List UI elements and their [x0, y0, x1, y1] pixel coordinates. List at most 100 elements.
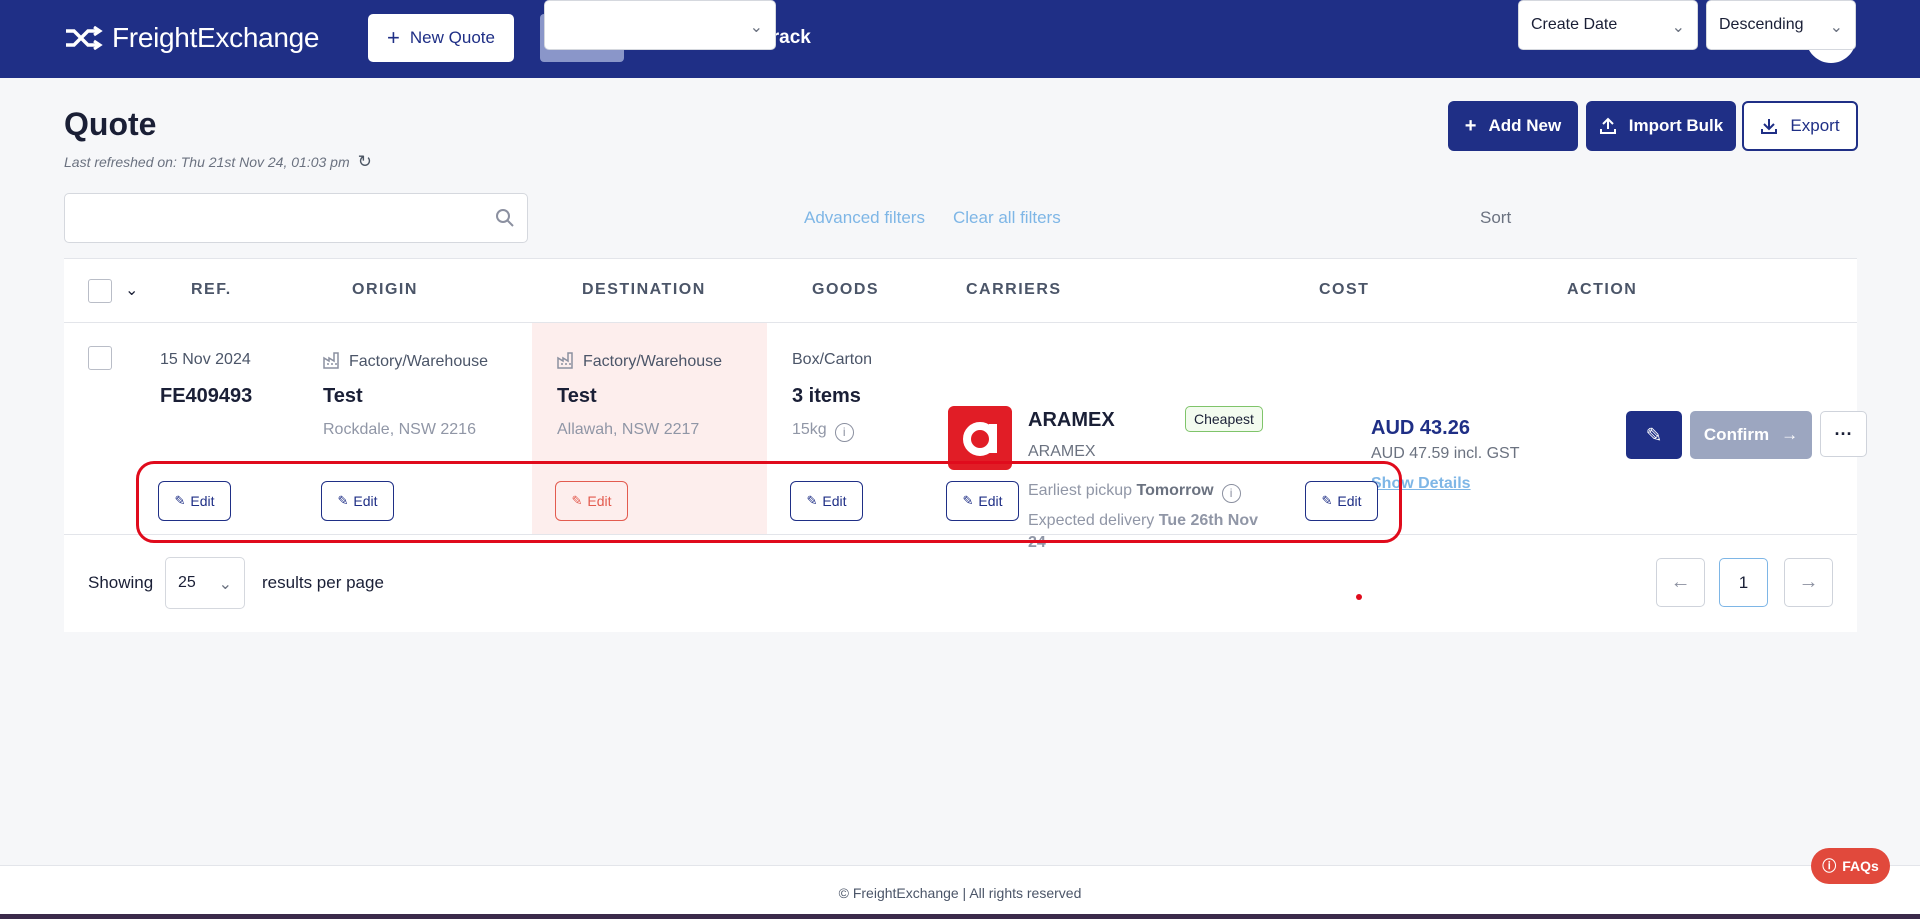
current-page-button[interactable]: 1: [1719, 558, 1768, 607]
pencil-icon: ✎: [1645, 424, 1663, 447]
more-actions-button[interactable]: ···: [1820, 411, 1867, 457]
app-logo[interactable]: FreightExchange: [64, 22, 319, 54]
sort-by-select[interactable]: Create Date ⌄: [1518, 0, 1698, 50]
per-page-select[interactable]: 25 ⌄: [165, 557, 245, 609]
select-all-checkbox[interactable]: [88, 279, 112, 303]
search-input[interactable]: [65, 194, 527, 242]
filter-select[interactable]: ⌄: [544, 0, 776, 50]
destination-type-label: Factory/Warehouse: [583, 353, 723, 370]
results-per-page-label: results per page: [262, 573, 384, 592]
column-header-goods: GOODS: [812, 281, 880, 298]
column-header-carriers: CARRIERS: [966, 281, 1062, 298]
page-title: Quote: [64, 106, 157, 142]
carrier-service: ARAMEX: [1028, 443, 1096, 460]
search-icon[interactable]: [495, 208, 515, 228]
refresh-icon[interactable]: ↻: [358, 152, 372, 172]
info-icon[interactable]: i: [834, 423, 854, 442]
delivery-value: Tue 26th Nov: [1158, 512, 1259, 529]
table-header: ⌄ REF. ORIGIN DESTINATION GOODS CARRIERS…: [64, 259, 1857, 323]
destination-location: Allawah, NSW 2217: [557, 421, 700, 438]
cost-price: AUD 43.26: [1371, 417, 1470, 439]
footer-bar: [0, 914, 1920, 919]
destination-name: Test: [557, 385, 597, 407]
delivery-label: Expected delivery: [1028, 512, 1155, 529]
pickup-value: Tomorrow: [1136, 482, 1214, 499]
edit-origin-button[interactable]: ✎ Edit: [321, 481, 394, 521]
plus-icon: +: [1464, 115, 1477, 137]
pencil-icon: ✎: [174, 493, 186, 508]
chevron-down-icon[interactable]: ⌄: [125, 280, 138, 300]
faqs-button[interactable]: ⓘ FAQs: [1811, 848, 1890, 884]
carrier-logo: [948, 406, 1012, 470]
pencil-icon: ✎: [571, 493, 583, 508]
search-box: [64, 193, 528, 243]
origin-name: Test: [323, 385, 363, 407]
pencil-icon: ✎: [806, 493, 818, 508]
edit-goods-button[interactable]: ✎ Edit: [790, 481, 863, 521]
footer: © FreightExchange | All rights reserved: [0, 865, 1920, 919]
pickup-label: Earliest pickup: [1028, 482, 1133, 499]
edit-quote-button[interactable]: ✎: [1626, 411, 1682, 459]
origin-type: Factory/Warehouse: [323, 351, 488, 371]
add-new-label: Add New: [1488, 116, 1562, 135]
show-details-link[interactable]: Show Details: [1371, 475, 1471, 493]
goods-weight-value: 15kg: [792, 421, 827, 438]
previous-page-button[interactable]: ←: [1656, 558, 1705, 607]
origin-type-label: Factory/Warehouse: [349, 353, 489, 370]
earliest-pickup: Earliest pickup Tomorrow i: [1028, 482, 1241, 503]
edit-label: Edit: [822, 493, 847, 509]
column-header-ref: REF.: [191, 281, 232, 298]
confirm-button[interactable]: Confirm →: [1690, 411, 1812, 459]
arrow-right-icon: →: [1781, 425, 1799, 444]
edit-destination-button[interactable]: ✎ Edit: [555, 481, 628, 521]
info-icon[interactable]: i: [1221, 484, 1241, 503]
cheapest-badge: Cheapest: [1185, 406, 1263, 432]
export-label: Export: [1790, 116, 1840, 135]
clear-filters-link[interactable]: Clear all filters: [953, 208, 1061, 228]
next-page-button[interactable]: →: [1784, 558, 1833, 607]
new-quote-button[interactable]: + New Quote: [368, 14, 514, 62]
chevron-down-icon: ⌄: [1671, 19, 1685, 36]
edit-carrier-button[interactable]: ✎ Edit: [946, 481, 1019, 521]
add-new-button[interactable]: + Add New: [1448, 101, 1578, 151]
arrow-right-icon: →: [1798, 571, 1819, 593]
upload-icon: [1599, 117, 1616, 134]
edit-cost-button[interactable]: ✎ Edit: [1305, 481, 1378, 521]
row-checkbox[interactable]: [88, 346, 112, 370]
import-bulk-label: Import Bulk: [1628, 116, 1724, 135]
sort-label: Sort: [1480, 208, 1512, 227]
column-header-action: ACTION: [1567, 281, 1638, 298]
edit-label: Edit: [190, 493, 215, 509]
sort-by-value: Create Date: [1531, 16, 1618, 33]
origin-location: Rockdale, NSW 2216: [323, 421, 476, 438]
pencil-icon: ✎: [337, 493, 349, 508]
question-circle-icon: ⓘ: [1822, 858, 1837, 874]
factory-icon: [323, 352, 339, 369]
shuffle-logo-icon: [66, 26, 103, 50]
copyright: © FreightExchange | All rights reserved: [838, 884, 1082, 901]
showing-label: Showing: [88, 573, 154, 592]
edit-label: Edit: [978, 493, 1003, 509]
per-page-value: 25: [178, 574, 196, 591]
last-refreshed: Last refreshed on: Thu 21st Nov 24, 01:0…: [64, 152, 372, 172]
advanced-filters-link[interactable]: Advanced filters: [804, 208, 925, 228]
column-header-origin: ORIGIN: [352, 281, 418, 298]
edit-ref-button[interactable]: ✎ Edit: [158, 481, 231, 521]
edit-label: Edit: [353, 493, 378, 509]
new-quote-label: New Quote: [409, 28, 495, 47]
sort-order-select[interactable]: Descending ⌄: [1706, 0, 1856, 50]
download-icon: [1761, 119, 1778, 134]
chevron-down-icon: ⌄: [218, 576, 232, 593]
plus-icon: +: [387, 25, 400, 50]
import-bulk-button[interactable]: Import Bulk: [1586, 101, 1736, 151]
destination-type: Factory/Warehouse: [557, 351, 722, 371]
factory-icon: [557, 352, 573, 369]
last-refreshed-text: Last refreshed on: Thu 21st Nov 24, 01:0…: [64, 154, 350, 170]
goods-count: 3 items: [792, 385, 861, 407]
chevron-down-icon: ⌄: [749, 19, 763, 36]
export-button[interactable]: Export: [1742, 101, 1858, 151]
column-header-destination: DESTINATION: [582, 281, 706, 298]
carrier-name: ARAMEX: [1028, 409, 1115, 431]
pencil-icon: ✎: [962, 493, 974, 508]
confirm-label: Confirm: [1703, 425, 1770, 444]
